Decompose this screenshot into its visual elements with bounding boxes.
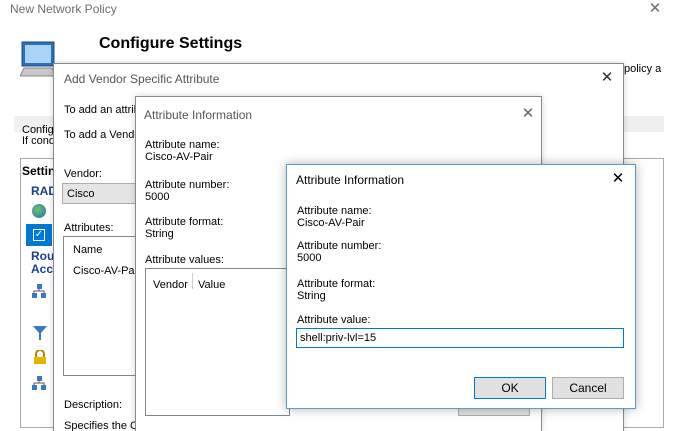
network-icon-2	[32, 376, 46, 390]
main-window-title: New Network Policy	[10, 2, 117, 16]
lock-icon	[33, 349, 47, 364]
attributes-row[interactable]: Cisco-AV-Pair	[73, 265, 141, 277]
ok-button[interactable]: OK	[474, 377, 546, 399]
inner-number-label: Attribute number:	[297, 240, 382, 252]
outer-values-column-vendor[interactable]: Vendor	[153, 279, 188, 291]
attributes-column-name[interactable]: Name	[73, 244, 102, 256]
vendor-select[interactable]: Cisco	[62, 183, 142, 204]
outer-name-value: Cisco-AV-Pair	[145, 151, 213, 163]
page-title: Configure Settings	[99, 35, 243, 52]
outer-values-list[interactable]: Vendor Value	[145, 268, 290, 416]
instruction-2: To add a Vendo	[64, 129, 141, 141]
attributes-list[interactable]: Name Cisco-AV-Pair	[63, 236, 143, 376]
outer-values-column-value[interactable]: Value	[198, 279, 225, 291]
attribute-info-inner-dialog: Attribute Information ✕ Attribute name: …	[286, 164, 636, 409]
inner-dialog-title: Attribute Information	[296, 173, 405, 187]
attributes-label: Attributes:	[64, 222, 114, 234]
outer-values-label: Attribute values:	[145, 254, 224, 266]
configure-text-2: If cond	[22, 135, 56, 147]
globe-icon	[32, 204, 46, 218]
attribute-value-input[interactable]: shell:priv-lvl=15	[296, 328, 624, 348]
filter-icon	[33, 326, 47, 340]
checkbox-icon[interactable]: ✓	[26, 224, 52, 246]
outer-format-value: String	[145, 228, 174, 240]
outer-dialog-close-icon[interactable]: ✕	[518, 104, 538, 124]
sidebar-item-rou[interactable]: Rou	[31, 249, 54, 263]
inner-name-label: Attribute name:	[297, 205, 372, 217]
inner-number-value: 5000	[297, 252, 322, 264]
right-fragment-text: policy a	[624, 63, 662, 75]
inner-value-label: Attribute value:	[297, 314, 371, 326]
vendor-label: Vendor:	[64, 168, 102, 180]
inner-format-value: String	[297, 290, 326, 302]
attribute-value-text: shell:priv-lvl=15	[300, 332, 377, 344]
instruction-1: To add an attrib	[64, 104, 140, 116]
cancel-button[interactable]: Cancel	[552, 377, 624, 399]
outer-dialog-title: Attribute Information	[144, 108, 253, 122]
description-label: Description:	[64, 399, 123, 411]
main-close-icon[interactable]: ✕	[645, 0, 665, 19]
vendor-dialog-close-icon[interactable]: ✕	[597, 68, 617, 88]
network-icon	[32, 284, 46, 298]
inner-format-label: Attribute format:	[297, 278, 376, 290]
computer-icon	[19, 38, 57, 80]
settings-label: Settin	[22, 164, 56, 178]
vendor-dialog-title: Add Vendor Specific Attribute	[64, 72, 220, 86]
vendor-select-value: Cisco	[67, 188, 95, 200]
sidebar-item-acc[interactable]: Acc	[31, 262, 53, 276]
description-text: Specifies the Ci	[64, 420, 141, 431]
inner-dialog-close-icon[interactable]: ✕	[608, 169, 628, 189]
outer-format-label: Attribute format:	[145, 216, 224, 228]
outer-number-value: 5000	[145, 191, 170, 203]
outer-values-column-divider	[192, 273, 193, 289]
outer-name-label: Attribute name:	[145, 139, 220, 151]
outer-number-label: Attribute number:	[145, 179, 230, 191]
inner-name-value: Cisco-AV-Pair	[297, 217, 365, 229]
